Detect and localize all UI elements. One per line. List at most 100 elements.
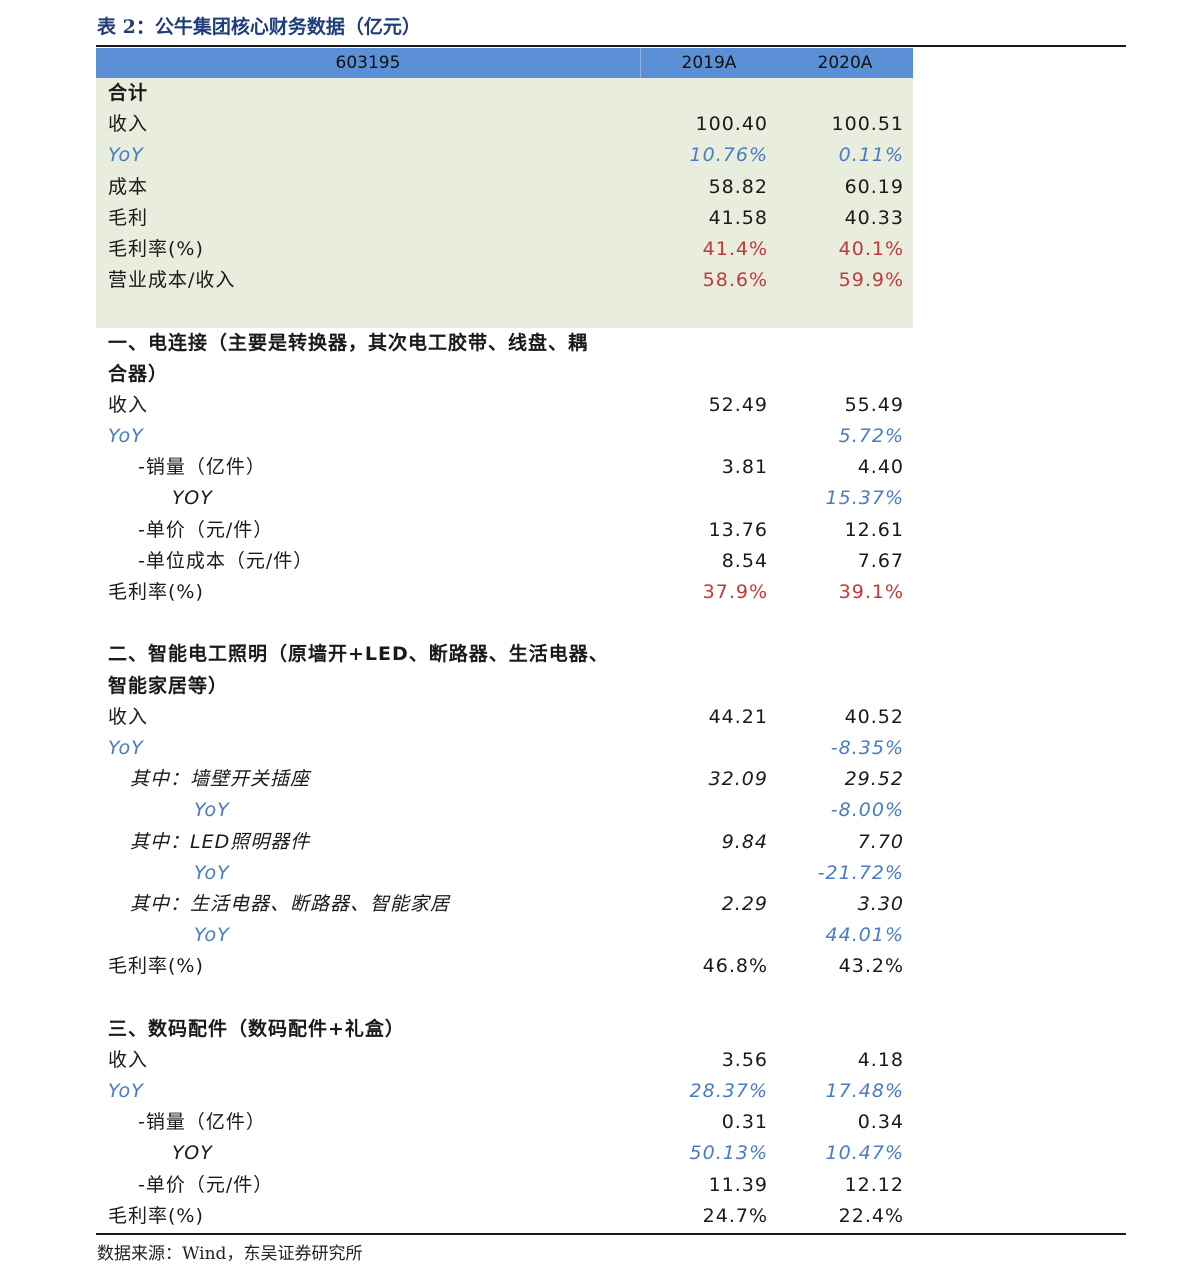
value-2019a bbox=[628, 1014, 768, 1045]
value-2019a: 52.49 bbox=[708, 393, 768, 416]
row-label: 智能家居等） bbox=[108, 674, 229, 697]
table-row: YoY -8.00% bbox=[0, 795, 1191, 826]
table-row: -单价（元/件） 13.76 12.61 bbox=[0, 515, 1191, 546]
value-2020a: -8.35% bbox=[830, 736, 904, 759]
value-2020a: 55.49 bbox=[844, 393, 904, 416]
value-2020a: 43.2% bbox=[838, 955, 904, 978]
row-label: 毛利 bbox=[108, 206, 149, 229]
row-label: 毛利率(%) bbox=[108, 237, 204, 260]
value-2020a: 44.01% bbox=[825, 924, 904, 947]
value-2019a bbox=[628, 328, 768, 359]
table-row: 合计 bbox=[0, 78, 1191, 109]
table-row: 收入 3.56 4.18 bbox=[0, 1045, 1191, 1076]
value-2020a: 12.12 bbox=[844, 1173, 904, 1196]
value-2019a: 44.21 bbox=[708, 705, 768, 728]
value-2019a bbox=[628, 483, 768, 514]
value-2019a bbox=[628, 795, 768, 826]
value-2020a: 17.48% bbox=[825, 1080, 904, 1102]
table-row: 营业成本/收入 58.6% 59.9% bbox=[0, 265, 1191, 296]
row-label: -单位成本（元/件） bbox=[138, 549, 314, 572]
value-2019a bbox=[628, 858, 768, 889]
row-label: YoY bbox=[194, 861, 230, 884]
value-2020a: 29.52 bbox=[844, 768, 904, 791]
table-caption: 表 2：公牛集团核心财务数据（亿元） bbox=[97, 16, 421, 38]
value-2019a: 3.81 bbox=[721, 456, 768, 479]
row-label: -单价（元/件） bbox=[138, 518, 274, 541]
table-row: YOY 50.13% 10.47% bbox=[0, 1138, 1191, 1169]
value-2020a: -8.00% bbox=[830, 799, 904, 822]
bottom-rule bbox=[96, 1233, 1126, 1235]
row-label: YoY bbox=[194, 799, 230, 822]
value-2020a: 40.1% bbox=[838, 237, 904, 260]
table-row: 毛利率(%) 46.8% 43.2% bbox=[0, 951, 1191, 982]
table-row: 一、电连接（主要是转换器，其次电工胶带、线盘、耦 bbox=[0, 328, 1191, 359]
value-2020a bbox=[764, 1014, 904, 1045]
row-label: YoY bbox=[108, 425, 144, 448]
table-body: 合计 收入 100.40 100.51 YoY 10.76% 0.11% 成本 58.82 60.… bbox=[0, 78, 1191, 1232]
value-2020a bbox=[764, 671, 904, 702]
row-label: 一、电连接（主要是转换器，其次电工胶带、线盘、耦 bbox=[108, 331, 589, 354]
row-label: YoY bbox=[194, 924, 230, 947]
table-row: 其中：LED照明器件 9.84 7.70 bbox=[0, 827, 1191, 858]
row-label: 合计 bbox=[108, 82, 149, 104]
row-label: 三、数码配件（数码配件+礼盒） bbox=[108, 1017, 405, 1040]
row-label: YOY bbox=[172, 1142, 213, 1165]
value-2020a: 22.4% bbox=[838, 1204, 904, 1227]
table-row: YoY 10.76% 0.11% bbox=[0, 140, 1191, 171]
value-2020a: 40.52 bbox=[844, 705, 904, 728]
value-2020a bbox=[764, 359, 904, 390]
value-2019a: 13.76 bbox=[708, 518, 768, 541]
value-2020a bbox=[764, 608, 904, 639]
value-2020a: 59.9% bbox=[838, 269, 904, 292]
value-2020a: 0.11% bbox=[838, 144, 904, 167]
table-row: 其中：墙壁开关插座 32.09 29.52 bbox=[0, 764, 1191, 795]
table-row: 二、智能电工照明（原墙开+LED、断路器、生活电器、 bbox=[0, 639, 1191, 670]
row-label: 其中：LED照明器件 bbox=[130, 830, 311, 853]
value-2019a: 46.8% bbox=[702, 955, 768, 978]
value-2019a: 11.39 bbox=[708, 1173, 768, 1196]
value-2020a: 7.70 bbox=[857, 830, 904, 853]
value-2019a: 0.31 bbox=[721, 1111, 768, 1134]
value-2019a: 8.54 bbox=[721, 549, 768, 572]
value-2019a bbox=[628, 296, 768, 327]
table-row: 智能家居等） bbox=[0, 671, 1191, 702]
value-2019a bbox=[628, 920, 768, 951]
value-2020a: 4.18 bbox=[857, 1048, 904, 1071]
value-2020a: 40.33 bbox=[844, 206, 904, 229]
table-row: 毛利 41.58 40.33 bbox=[0, 203, 1191, 234]
value-2020a: 60.19 bbox=[844, 175, 904, 198]
row-label: 其中：生活电器、断路器、智能家居 bbox=[130, 892, 451, 915]
value-2020a: 5.72% bbox=[838, 425, 904, 448]
table-row: YoY 5.72% bbox=[0, 421, 1191, 452]
header-col-2019a: 2019A bbox=[681, 53, 737, 73]
source-note: 数据来源：Wind，东吴证券研究所 bbox=[97, 1244, 363, 1264]
table-row: -单价（元/件） 11.39 12.12 bbox=[0, 1170, 1191, 1201]
row-label: 毛利率(%) bbox=[108, 1204, 204, 1227]
table-row: 毛利率(%) 37.9% 39.1% bbox=[0, 577, 1191, 608]
table-header: 603195 2019A 2020A bbox=[96, 48, 913, 78]
row-label: 毛利率(%) bbox=[108, 581, 204, 603]
table-row bbox=[0, 982, 1191, 1013]
table-row: 三、数码配件（数码配件+礼盒） bbox=[0, 1014, 1191, 1045]
value-2019a: 10.76% bbox=[689, 144, 768, 167]
row-label: 收入 bbox=[108, 393, 149, 416]
value-2019a bbox=[628, 421, 768, 452]
row-label: 二、智能电工照明（原墙开+LED、断路器、生活电器、 bbox=[108, 643, 609, 666]
value-2019a: 24.7% bbox=[702, 1204, 768, 1227]
value-2019a: 3.56 bbox=[721, 1048, 768, 1071]
value-2019a: 41.58 bbox=[708, 206, 768, 229]
table-row: 毛利率(%) 41.4% 40.1% bbox=[0, 234, 1191, 265]
value-2019a: 32.09 bbox=[708, 768, 768, 791]
value-2020a: 15.37% bbox=[825, 487, 904, 510]
value-2020a bbox=[764, 328, 904, 359]
table-row: 收入 100.40 100.51 bbox=[0, 109, 1191, 140]
table-row: -销量（亿件） 3.81 4.40 bbox=[0, 452, 1191, 483]
row-label: YoY bbox=[108, 1080, 144, 1102]
value-2020a: -21.72% bbox=[817, 861, 904, 884]
value-2019a bbox=[628, 733, 768, 764]
value-2019a: 37.9% bbox=[702, 581, 768, 603]
row-label: YoY bbox=[108, 144, 144, 167]
header-code: 603195 bbox=[335, 53, 401, 73]
value-2020a: 39.1% bbox=[838, 581, 904, 603]
row-label: 成本 bbox=[108, 175, 149, 198]
